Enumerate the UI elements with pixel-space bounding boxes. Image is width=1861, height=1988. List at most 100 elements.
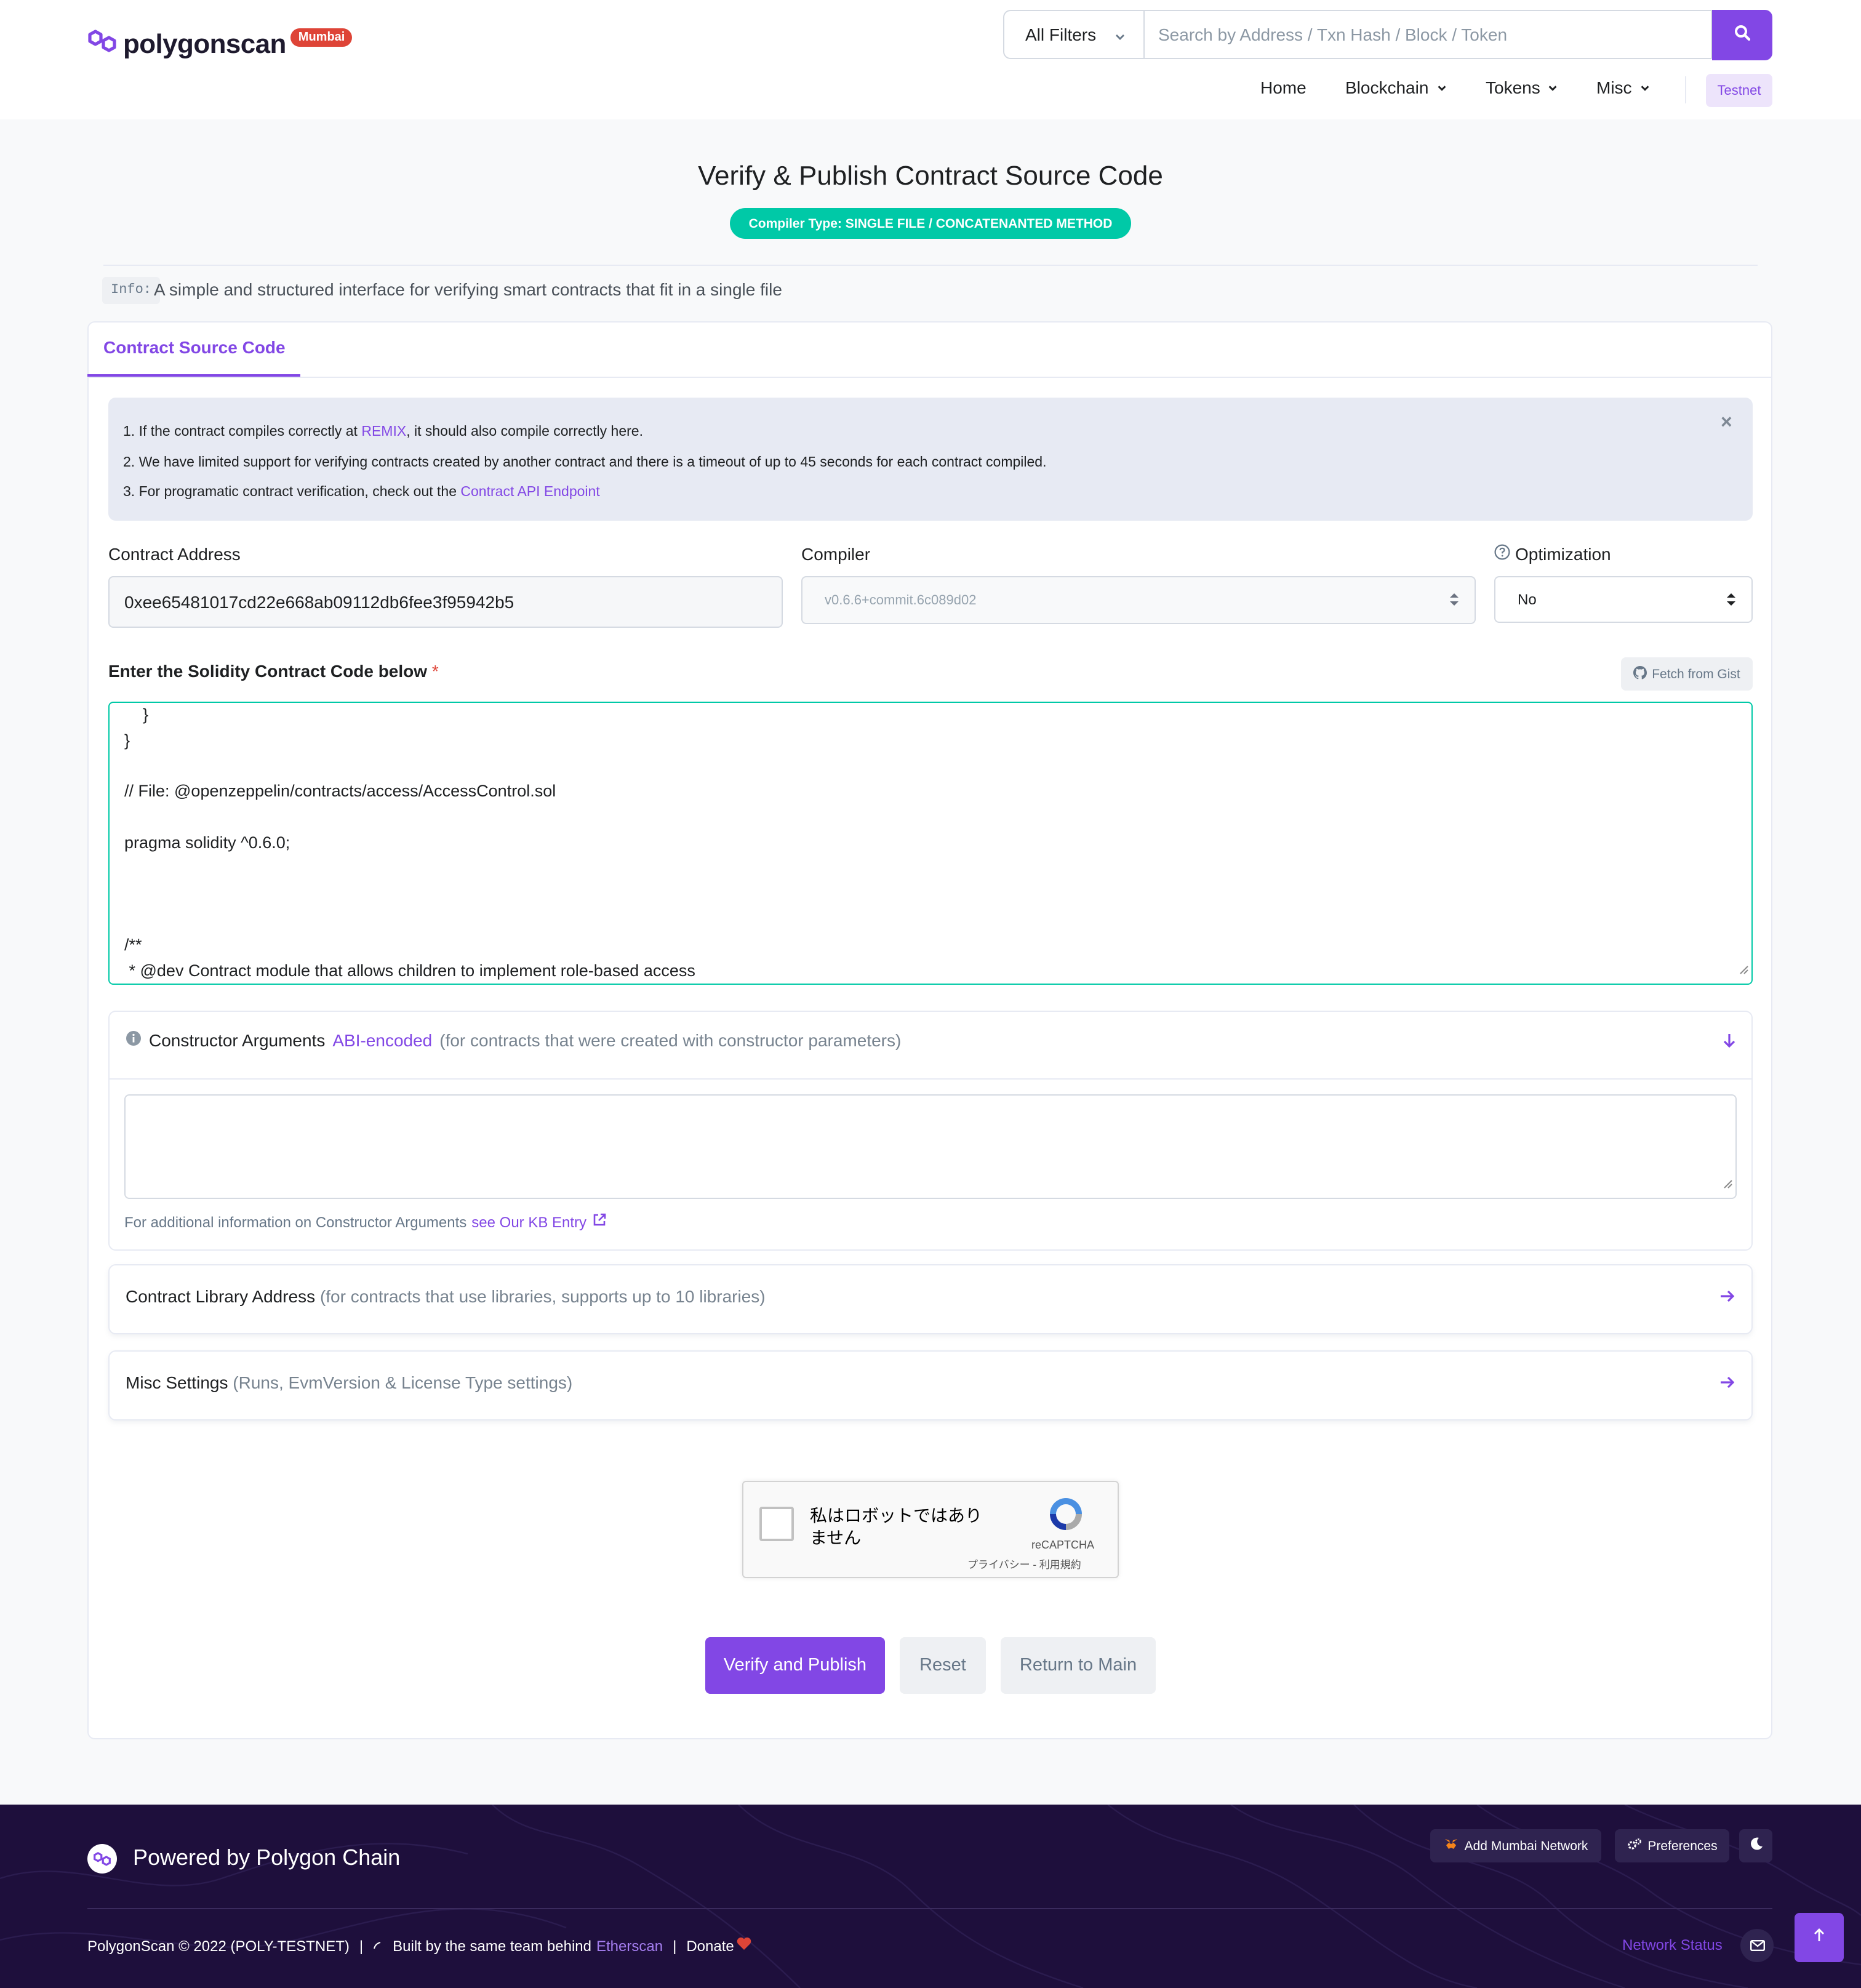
preferences-button[interactable]: Preferences	[1615, 1829, 1729, 1862]
kb-entry-link[interactable]: see Our KB Entry	[471, 1213, 586, 1230]
gears-icon	[1627, 1837, 1641, 1854]
nav-blockchain[interactable]: Blockchain	[1345, 78, 1447, 97]
footer-bottom-bar: PolygonScan © 2022 (POLY-TESTNET) | Buil…	[87, 1936, 753, 1955]
constructor-note-text: For additional information on Constructo…	[124, 1213, 467, 1230]
mail-button[interactable]	[1740, 1929, 1774, 1962]
compiler-type-badge: Compiler Type: SINGLE FILE / CONCATENANT…	[730, 208, 1131, 239]
library-hint: (for contracts that use libraries, suppo…	[319, 1286, 766, 1306]
compiler-select[interactable]: v0.6.6+commit.6c089d02	[801, 576, 1476, 624]
brand-name: polygonscan	[123, 28, 286, 58]
chevron-down-icon	[1436, 78, 1447, 97]
info-tag: Info:	[102, 277, 161, 304]
back-to-top-button[interactable]	[1795, 1913, 1844, 1962]
nav-divider	[1685, 76, 1686, 103]
tab-divider	[87, 377, 1772, 378]
envelope-icon	[1750, 1934, 1765, 1957]
github-icon	[1633, 665, 1647, 683]
recaptcha-checkbox[interactable]	[759, 1507, 794, 1541]
nav-misc[interactable]: Misc	[1596, 78, 1651, 97]
filter-dropdown[interactable]: All Filters	[1003, 10, 1143, 59]
nav-misc-label: Misc	[1596, 78, 1632, 97]
footer-divider	[87, 1908, 1772, 1909]
verify-and-publish-button[interactable]: Verify and Publish	[705, 1637, 885, 1694]
remix-link[interactable]: REMIX	[361, 425, 406, 439]
library-title: Contract Library Address	[126, 1286, 316, 1306]
footer-separator: |	[673, 1937, 677, 1954]
contract-address-field[interactable]: 0xee65481017cd22e668ab09112db6fee3f95942…	[108, 576, 783, 628]
network-status-link[interactable]: Network Status	[1622, 1936, 1723, 1954]
code-line: }	[124, 705, 149, 724]
misc-title: Misc Settings	[126, 1373, 228, 1392]
code-line: // File: @openzeppelin/contracts/access/…	[124, 782, 556, 800]
filter-label: All Filters	[1025, 25, 1097, 44]
contract-api-link[interactable]: Contract API Endpoint	[460, 485, 599, 500]
code-label: Enter the Solidity Contract Code below *	[108, 661, 439, 681]
footer-built-by: Built by the same team behind	[393, 1937, 591, 1954]
required-mark: *	[431, 661, 439, 681]
sort-icon	[1449, 591, 1460, 612]
close-icon[interactable]: ×	[1721, 412, 1732, 435]
optimization-label-group: Optimization	[1494, 544, 1611, 564]
misc-header[interactable]: Misc Settings (Runs, EvmVersion & Licens…	[126, 1373, 572, 1392]
misc-hint: (Runs, EvmVersion & License Type setting…	[233, 1373, 573, 1392]
constructor-arguments-header[interactable]: Constructor Arguments ABI-encoded (for c…	[126, 1030, 901, 1050]
arrow-down-icon[interactable]	[1722, 1033, 1737, 1055]
active-tab-indicator	[87, 374, 300, 377]
metamask-icon	[1444, 1837, 1459, 1854]
code-line: /**	[124, 936, 142, 954]
nav-tokens[interactable]: Tokens	[1486, 78, 1559, 97]
recaptcha-logo-icon	[1046, 1494, 1086, 1540]
search-icon	[1734, 24, 1751, 46]
add-network-label: Add Mumbai Network	[1464, 1838, 1588, 1853]
chevron-down-icon	[1548, 78, 1559, 97]
code-line: }	[124, 731, 130, 750]
polygon-logo-icon	[87, 1844, 117, 1874]
external-link-icon	[591, 1212, 606, 1231]
chevron-down-icon	[1114, 27, 1126, 47]
fetch-from-gist-button[interactable]: Fetch from Gist	[1621, 657, 1753, 691]
solidity-code-editor[interactable]: } } // File: @openzeppelin/contracts/acc…	[108, 702, 1753, 985]
etherscan-link[interactable]: Etherscan	[596, 1937, 663, 1954]
library-header[interactable]: Contract Library Address (for contracts …	[126, 1286, 766, 1306]
sort-icon	[1726, 591, 1737, 612]
footer-powered-by: Powered by Polygon Chain	[133, 1845, 401, 1870]
donate-link[interactable]: Donate	[686, 1937, 734, 1954]
optimization-label: Optimization	[1515, 544, 1611, 564]
search-input[interactable]	[1143, 10, 1712, 59]
abi-encoded-link[interactable]: ABI-encoded	[332, 1030, 432, 1050]
nav-home[interactable]: Home	[1260, 78, 1307, 97]
constructor-arguments-input[interactable]	[124, 1094, 1737, 1199]
gist-label: Fetch from Gist	[1652, 667, 1740, 681]
tab-contract-source-code[interactable]: Contract Source Code	[103, 337, 286, 357]
notice-line-2: 2. We have limited support for verifying…	[123, 455, 1047, 470]
constructor-title: Constructor Arguments	[149, 1030, 326, 1050]
etherscan-icon	[373, 1937, 383, 1954]
site-logo[interactable]: polygonscan Mumbai	[86, 27, 353, 60]
code-line: * @dev Contract module that allows child…	[124, 961, 695, 980]
reset-button[interactable]: Reset	[900, 1637, 986, 1694]
resize-handle-icon[interactable]	[1739, 959, 1749, 981]
arrow-right-icon[interactable]	[1719, 1288, 1735, 1310]
chevron-down-icon	[1639, 78, 1651, 97]
resize-handle-icon[interactable]	[1723, 1173, 1733, 1195]
recaptcha-links[interactable]: プライバシー - 利用規約	[967, 1557, 1081, 1572]
moon-icon	[1748, 1837, 1763, 1855]
polygon-logo-icon	[86, 27, 118, 60]
testnet-button[interactable]: Testnet	[1706, 74, 1772, 107]
question-circle-icon[interactable]	[1494, 544, 1510, 564]
search-button[interactable]	[1712, 10, 1772, 60]
arrow-right-icon[interactable]	[1719, 1374, 1735, 1396]
dark-mode-toggle[interactable]	[1739, 1829, 1772, 1862]
recaptcha-label: 私はロボットではありません	[810, 1505, 982, 1547]
optimization-value: No	[1518, 591, 1537, 608]
heart-icon	[737, 1936, 753, 1955]
optimization-select[interactable]: No	[1494, 576, 1753, 623]
return-to-main-button[interactable]: Return to Main	[1001, 1637, 1156, 1694]
compiler-label: Compiler	[801, 544, 871, 564]
add-network-button[interactable]: Add Mumbai Network	[1430, 1829, 1601, 1862]
nav-home-label: Home	[1260, 78, 1307, 97]
contract-address-label: Contract Address	[108, 544, 241, 564]
compiler-value: v0.6.6+commit.6c089d02	[825, 593, 977, 607]
panel-divider	[110, 1078, 1751, 1080]
constructor-hint: (for contracts that were created with co…	[439, 1030, 902, 1050]
